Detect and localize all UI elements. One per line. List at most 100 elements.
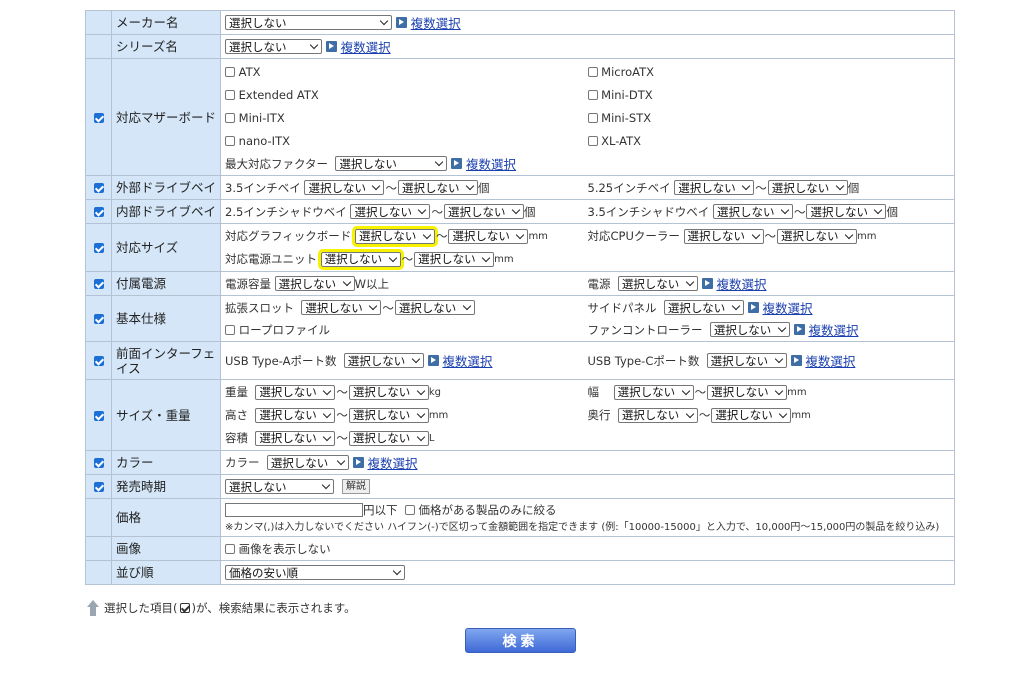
int-25-bay-label: 2.5インチシャドウベイ	[225, 204, 347, 219]
front-label: 前面インターフェイス	[111, 341, 221, 380]
series-select[interactable]: 選択しない	[225, 39, 322, 54]
color-multi-select-link[interactable]: 複数選択	[367, 456, 417, 471]
usb-c-label: USB Type-Cポート数	[587, 353, 700, 368]
psu-length-max-select[interactable]: 選択しない	[414, 251, 495, 267]
depth-min-select[interactable]: 選択しない	[617, 407, 698, 423]
fan-controller-multi-select-link[interactable]: 複数選択	[808, 320, 858, 339]
usb-a-label: USB Type-Aポート数	[225, 353, 337, 368]
usb-c-select[interactable]: 選択しない	[706, 353, 787, 368]
int-35-bay-label: 3.5インチシャドウベイ	[587, 204, 710, 219]
size-support-include-checkbox[interactable]	[93, 243, 104, 253]
usb-a-select[interactable]: 選択しない	[343, 353, 424, 368]
psu-multi-select-link[interactable]: 複数選択	[716, 274, 766, 293]
color-field-label: カラー	[225, 455, 260, 470]
size-weight-include-checkbox[interactable]	[93, 410, 104, 421]
mb-include-checkbox[interactable]	[93, 112, 104, 123]
side-panel-multi-select-link[interactable]: 複数選択	[762, 298, 812, 317]
size-support-label: 対応サイズ	[111, 223, 221, 272]
sort-select[interactable]: 価格の安い順	[225, 565, 405, 580]
int-25-bay-max-select[interactable]: 選択しない	[443, 204, 524, 219]
color-label: カラー	[111, 450, 221, 475]
basic-include-checkbox[interactable]	[93, 314, 104, 324]
maker-select[interactable]: 選択しない	[225, 15, 392, 30]
width-max-select[interactable]: 選択しない	[707, 384, 788, 400]
ext-bay-include-checkbox[interactable]	[93, 183, 104, 193]
side-panel-select[interactable]: 選択しない	[663, 300, 744, 315]
hide-image-checkbox[interactable]	[225, 543, 235, 554]
mini-stx-checkbox[interactable]	[587, 112, 598, 123]
mini-itx-checkbox[interactable]	[225, 112, 235, 123]
ext-525-bay-label: 5.25インチベイ	[587, 180, 671, 195]
xl-atx-checkbox[interactable]	[587, 135, 598, 146]
ext-525-bay-max-select[interactable]: 選択しない	[767, 180, 848, 195]
psu-include-checkbox[interactable]	[93, 279, 104, 289]
volume-max-select[interactable]: 選択しない	[348, 430, 429, 446]
psu-type-label: 電源	[587, 276, 611, 291]
int-bay-include-checkbox[interactable]	[93, 207, 104, 217]
mini-dtx-checkbox[interactable]	[587, 89, 598, 100]
color-include-checkbox[interactable]	[93, 458, 104, 468]
width-min-select[interactable]: 選択しない	[613, 384, 694, 400]
selection-hint: 選択した項目( )が、検索結果に表示されます。	[86, 600, 356, 616]
series-check-cell	[85, 34, 112, 59]
image-label: 画像	[111, 536, 221, 561]
maker-multi-select-link[interactable]: 複数選択	[411, 16, 461, 31]
price-max-input[interactable]	[225, 503, 363, 517]
volume-label: 容積	[225, 431, 248, 445]
usb-a-multi-select-link[interactable]: 複数選択	[442, 351, 492, 370]
release-select[interactable]: 選択しない	[225, 479, 334, 494]
ext-35-bay-max-select[interactable]: 選択しない	[397, 180, 478, 195]
atx-checkbox[interactable]	[225, 66, 235, 77]
nano-itx-checkbox[interactable]	[225, 135, 235, 146]
color-select[interactable]: 選択しない	[266, 455, 349, 470]
height-max-select[interactable]: 選択しない	[348, 407, 429, 423]
size-weight-label: サイズ・重量	[111, 379, 221, 451]
height-label: 高さ	[225, 408, 248, 422]
ext-bay-label: 外部ドライブベイ	[111, 175, 221, 200]
int-25-bay-min-select[interactable]: 選択しない	[350, 204, 431, 219]
ext-525-bay-min-select[interactable]: 選択しない	[674, 180, 755, 195]
int-35-bay-min-select[interactable]: 選択しない	[712, 204, 793, 219]
cpu-cooler-max-select[interactable]: 選択しない	[777, 228, 858, 244]
ext-35-bay-min-select[interactable]: 選択しない	[304, 180, 385, 195]
front-include-checkbox[interactable]	[93, 356, 104, 366]
ext-35-bay-label: 3.5インチベイ	[225, 180, 301, 195]
cpu-cooler-min-select[interactable]: 選択しない	[683, 228, 764, 244]
multi-select-arrow-icon	[747, 302, 759, 313]
multi-select-arrow-icon	[427, 355, 439, 366]
depth-max-select[interactable]: 選択しない	[711, 407, 792, 423]
max-factor-select[interactable]: 選択しない	[335, 156, 448, 171]
checkmark-icon	[179, 603, 190, 613]
expansion-slot-min-select[interactable]: 選択しない	[301, 300, 382, 315]
gpu-length-min-select[interactable]: 選択しない	[351, 225, 438, 247]
release-help-button[interactable]: 解説	[342, 479, 370, 494]
low-profile-checkbox[interactable]	[225, 324, 235, 335]
volume-min-select[interactable]: 選択しない	[255, 430, 336, 446]
max-factor-multi-select-link[interactable]: 複数選択	[466, 154, 516, 173]
image-check-cell	[85, 536, 112, 561]
psu-capacity-select[interactable]: 選択しない	[274, 276, 355, 291]
priced-only-checkbox[interactable]	[404, 505, 415, 515]
mb-label: 対応マザーボード	[111, 58, 221, 176]
chevron-down-icon	[309, 40, 319, 50]
weight-min-select[interactable]: 選択しない	[255, 384, 336, 400]
series-multi-select-link[interactable]: 複数選択	[341, 40, 391, 55]
gpu-length-max-select[interactable]: 選択しない	[448, 228, 529, 244]
expansion-slot-max-select[interactable]: 選択しない	[394, 300, 475, 315]
usb-c-multi-select-link[interactable]: 複数選択	[805, 351, 855, 370]
multi-select-arrow-icon	[326, 41, 337, 52]
up-arrow-icon	[86, 600, 100, 616]
psu-length-min-select[interactable]: 選択しない	[317, 248, 404, 270]
release-include-checkbox[interactable]	[93, 482, 104, 492]
microatx-checkbox[interactable]	[587, 66, 598, 77]
extended-atx-checkbox[interactable]	[225, 89, 235, 100]
multi-select-arrow-icon	[451, 158, 463, 169]
int-35-bay-max-select[interactable]: 選択しない	[806, 204, 887, 219]
depth-label: 奥行	[587, 408, 611, 422]
search-button[interactable]: 検索	[465, 628, 576, 653]
height-min-select[interactable]: 選択しない	[255, 407, 336, 423]
maker-check-cell	[85, 10, 112, 35]
fan-controller-select[interactable]: 選択しない	[709, 322, 790, 337]
weight-max-select[interactable]: 選択しない	[348, 384, 429, 400]
psu-type-select[interactable]: 選択しない	[617, 276, 698, 291]
